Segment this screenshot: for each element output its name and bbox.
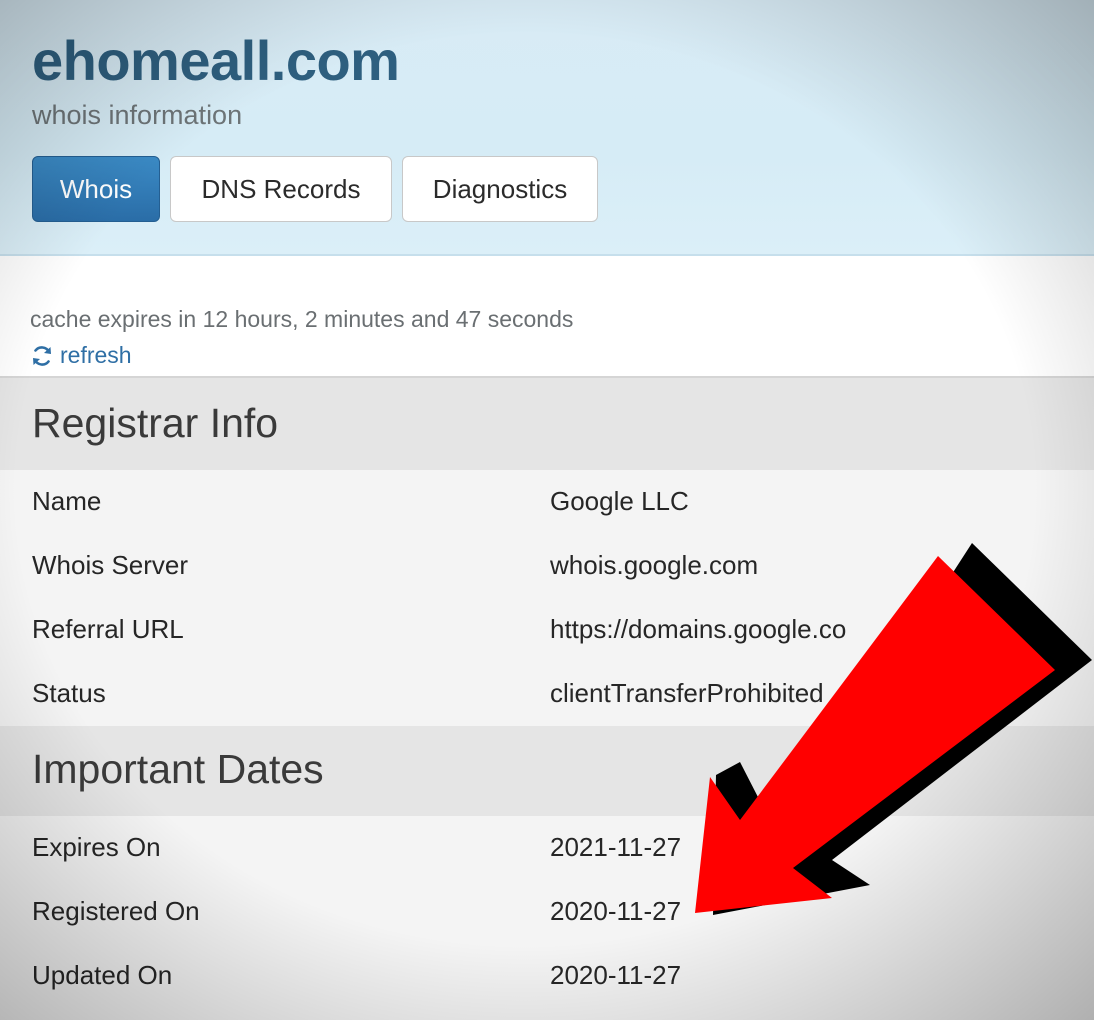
refresh-label: refresh [60,342,132,368]
row-value: clientTransferProhibited [550,678,824,708]
table-row: Expires On 2021-11-27 [0,816,1094,880]
page-header: ehomeall.com whois information Whois DNS… [0,0,1094,256]
row-value: 2020-11-27 [550,960,682,990]
table-row: Status clientTransferProhibited [0,662,1094,726]
refresh-link[interactable]: refresh [30,342,132,369]
registrar-section-title: Registrar Info [32,400,279,446]
row-label: Name [32,486,102,516]
row-label: Updated On [32,960,173,990]
row-value: Google LLC [550,486,689,516]
row-label: Expires On [32,832,161,862]
cache-info: cache expires in 12 hours, 2 minutes and… [0,256,1094,376]
row-value: whois.google.com [550,550,759,580]
registrar-table: Name Google LLC Whois Server whois.googl… [0,470,1094,726]
refresh-icon [33,345,51,366]
tab-whois[interactable]: Whois [32,156,160,222]
tab-bar: Whois DNS Records Diagnostics [32,156,598,222]
row-label: Status [32,678,106,708]
row-value: 2021-11-27 [550,832,682,862]
page-subtitle: whois information [32,100,243,130]
cache-expiry-text: cache expires in 12 hours, 2 minutes and… [30,306,574,332]
tab-dns-records[interactable]: DNS Records [170,156,392,222]
table-row: Name Google LLC [0,470,1094,534]
dates-section-header: Important Dates [0,726,1094,816]
row-value: 2020-11-27 [550,896,682,926]
row-label: Whois Server [32,550,189,580]
dates-section-title: Important Dates [32,746,324,792]
table-row: Referral URL https://domains.google.co [0,598,1094,662]
row-label: Registered On [32,896,200,926]
dates-table: Expires On 2021-11-27 Registered On 2020… [0,816,1094,1020]
table-row: Updated On 2020-11-27 [0,944,1094,1008]
table-row: Whois Server whois.google.com [0,534,1094,598]
table-row: Registered On 2020-11-27 [0,880,1094,944]
tab-diagnostics[interactable]: Diagnostics [402,156,598,222]
row-label: Referral URL [32,614,184,644]
row-value[interactable]: https://domains.google.co [550,614,846,645]
whois-page: ehomeall.com whois information Whois DNS… [0,0,1094,1020]
registrar-section-header: Registrar Info [0,378,1094,470]
domain-title: ehomeall.com [32,29,400,92]
